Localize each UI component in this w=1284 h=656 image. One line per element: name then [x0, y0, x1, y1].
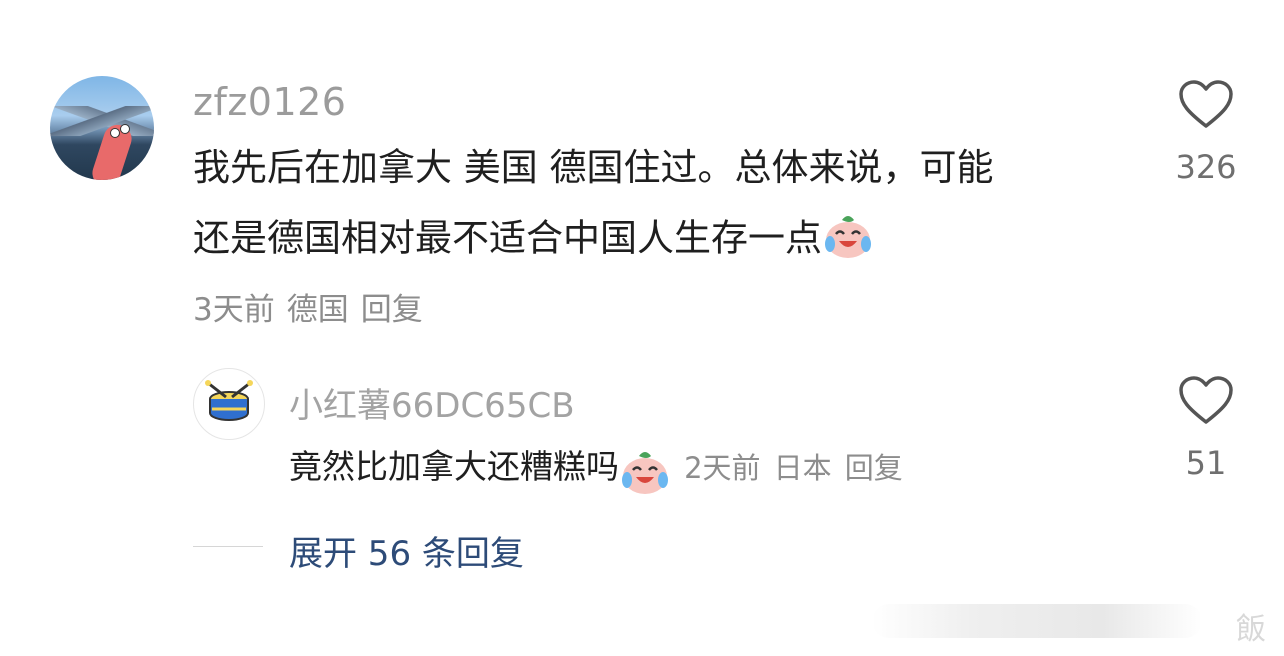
replier-username[interactable]: 小红薯66DC65CB	[289, 378, 575, 427]
comment-text-line-1: 我先后在加拿大 美国 德国住过。总体来说，可能	[193, 146, 994, 189]
like-heart-icon[interactable]	[1178, 80, 1234, 130]
laugh-cry-emoji-icon	[619, 448, 671, 500]
laugh-cry-emoji-icon	[822, 212, 874, 268]
watermark-bar	[872, 604, 1202, 638]
reply-like-heart-icon[interactable]	[1178, 376, 1234, 426]
reply-time: 2天前	[684, 451, 761, 485]
watermark-text: 飯	[1236, 612, 1266, 647]
comment-meta: 3天前 德国 回复	[193, 284, 435, 329]
reply-body: 竟然比加拿大还糟糕吗 2天前 日本 回复	[289, 440, 903, 500]
comment-reply-button[interactable]: 回复	[361, 292, 423, 328]
reply-reply-button[interactable]: 回复	[845, 451, 903, 485]
reply-location: 日本	[773, 451, 832, 485]
expand-divider	[193, 546, 263, 547]
expand-replies-button[interactable]: 展开 56 条回复	[289, 526, 524, 575]
commenter-avatar[interactable]	[50, 76, 154, 180]
comment-text-line-2-wrapper: 还是德国相对最不适合中国人生存一点	[193, 212, 874, 268]
commenter-username[interactable]: zfz0126	[193, 80, 346, 124]
drum-icon	[205, 380, 253, 421]
comment-time: 3天前	[193, 292, 275, 328]
comment-location: 德国	[286, 292, 349, 328]
reply-text: 竟然比加拿大还糟糕吗	[289, 447, 619, 486]
comment-like-count: 326	[1175, 148, 1237, 186]
reply-like-count: 51	[1185, 444, 1227, 482]
replier-avatar[interactable]	[193, 368, 265, 440]
comment-text-line-2: 还是德国相对最不适合中国人生存一点	[193, 216, 822, 260]
